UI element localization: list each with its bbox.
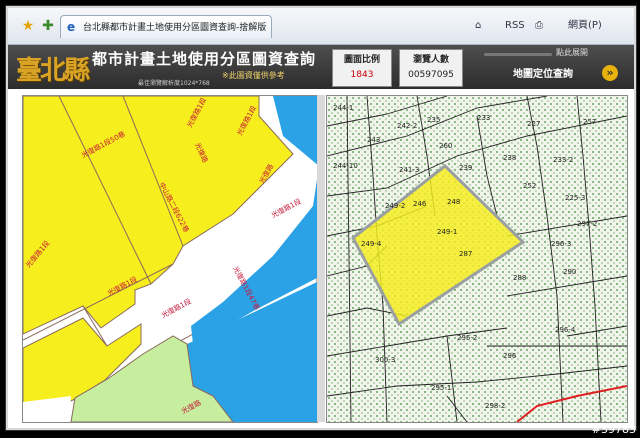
cadastral-map-pane[interactable]: 244-1 242-2 243 235 233 227 244-10 260 2… [326,95,628,423]
reference-notice: ※此圖資僅供參考 [222,71,285,80]
parcel-label: 287 [459,250,472,258]
parcel-label: 249-4 [361,240,382,248]
parcel-label: 288 [513,274,526,282]
print-button[interactable]: ⎙ [535,19,543,33]
rss-button[interactable]: RSS [505,19,525,33]
add-favorites-icon[interactable]: ✚ [40,18,56,34]
parcel-label: 241-3 [399,166,419,174]
browser-window: ★ ✚ e 台北縣都市計畫土地使用分區圖資查詢-捨解版 ⌂ RSS ⎙ 網頁(P… [6,6,636,430]
parcel-label: 248 [447,198,460,206]
parcel-label: 246 [413,200,427,208]
map-locate-query-label[interactable]: 地圖定位查詢 [513,65,573,80]
parcel-label: 243 [367,136,380,144]
parcel-label: 249-2 [385,202,405,210]
cadastral-map[interactable]: 244-1 242-2 243 235 233 227 244-10 260 2… [327,96,627,422]
parcel-label: 235 [427,116,440,124]
resolution-note: 最佳瀏覽解析度1024*768 [138,80,210,87]
visitor-label: 瀏覽人數 [412,55,449,65]
parcel-label: 297-2 [577,220,597,228]
parcel-label: 244-1 [333,104,353,112]
browser-toolbar: ★ ✚ e 台北縣都市計畫土地使用分區圖資查詢-捨解版 ⌂ RSS ⎙ 網頁(P… [8,8,634,45]
parcel-label: 249-1 [437,228,457,236]
site-header: 臺北縣 都市計畫土地使用分區圖資查詢 最佳瀏覽解析度1024*768 ※此圖資僅… [8,45,634,89]
ie-page-icon: e [67,20,76,34]
scale-value: 1843 [350,70,374,80]
parcel-label: 296 [503,352,517,360]
zoning-map-pane[interactable]: 光復路1段50巷 光復路1段 光復路1段 中山路二段622巷 光復路 光復路 光… [22,95,318,423]
zoning-map[interactable]: 光復路1段50巷 光復路1段 光復路1段 中山路二段622巷 光復路 光復路 光… [23,96,317,422]
parcel-label: 233 [477,114,490,122]
scale-label: 圖面比例 [343,55,380,65]
parcel-label: 290 [563,268,576,276]
expand-handle[interactable] [484,53,552,56]
parcel-label: 296-4 [555,326,576,334]
parcel-label: 298-2 [485,402,505,410]
parcel-label: 238 [503,154,516,162]
scale-panel: 圖面比例 1843 [332,49,392,87]
parcel-label: 233-2 [553,156,573,164]
map-divider[interactable] [317,95,325,422]
chevron-down-icon[interactable]: » [602,65,618,81]
parcel-label: 244-10 [333,162,358,170]
expand-label[interactable]: 點此展開 [556,47,588,58]
favorites-star-icon[interactable]: ★ [20,18,36,34]
parcel-label: 300-3 [375,356,395,364]
county-logo: 臺北縣 [16,56,90,86]
parcel-label: 252 [523,182,536,190]
visitor-count: 00597095 [408,70,454,80]
parcel-label: 227 [527,120,540,128]
parcel-label: 296-3 [551,240,571,248]
home-button[interactable]: ⌂ [475,19,481,33]
parcel-label: 225-3 [565,194,585,202]
page-menu-button[interactable]: 網頁(P) [568,19,602,33]
visitor-counter-panel: 瀏覽人數 00597095 [399,49,463,87]
parcel-label: 257 [583,118,596,126]
parcel-label: 295-2 [457,334,477,342]
parcel-label: 295-1 [431,384,451,392]
browser-tab[interactable]: e 台北縣都市計畫土地使用分區圖資查詢-捨解版 [60,15,272,38]
parcel-label: 242-2 [397,122,417,130]
tab-title: 台北縣都市計畫土地使用分區圖資查詢-捨解版 [83,23,267,33]
image-watermark: #39783 [591,423,636,436]
parcel-label: 260 [439,142,452,150]
parcel-label: 239 [459,164,472,172]
page-title: 都市計畫土地使用分區圖資查詢 [92,50,317,68]
